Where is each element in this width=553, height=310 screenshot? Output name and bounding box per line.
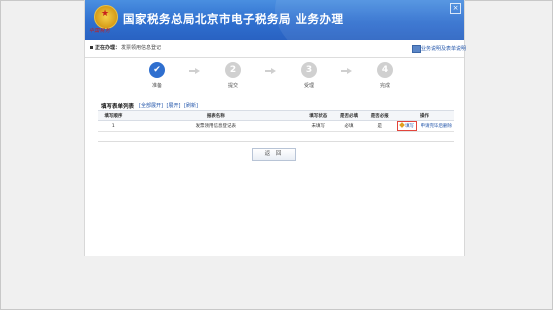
step-submit: 2 提交 <box>213 62 253 89</box>
form-list-actions: [全部展开] [展开] [刷新] <box>139 102 200 109</box>
expand-all-link[interactable]: [全部展开] <box>139 103 163 109</box>
step-complete: 4 完成 <box>365 62 405 89</box>
step-2-circle: 2 <box>225 62 241 78</box>
expand-link[interactable]: [展开] <box>167 103 181 109</box>
refresh-link[interactable]: [刷新] <box>184 103 198 109</box>
fill-button[interactable]: 填写 <box>397 121 418 131</box>
col-status: 填写状态 <box>302 110 334 121</box>
col-required-submit: 是否必报 <box>364 110 396 121</box>
breadcrumb-label: 正在办理： <box>95 45 121 51</box>
col-required-fill: 是否必填 <box>333 110 365 121</box>
emblem-text: 中国税务 <box>89 28 111 34</box>
tax-emblem-icon: ★ <box>94 5 118 29</box>
step-prepare: ✔ 准备 <box>137 62 177 89</box>
col-name: 报表名称 <box>128 110 303 121</box>
breadcrumb-value: 发票领用信息登记 <box>121 45 162 51</box>
bullet-icon <box>90 46 93 49</box>
step-accept: 3 受理 <box>289 62 329 89</box>
help-link[interactable]: 业务说明及表单说明 <box>421 45 466 52</box>
step-1-label: 准备 <box>151 83 162 89</box>
arrow-right-icon <box>265 68 276 74</box>
table-header-row: 填写顺序 报表名称 填写状态 是否必填 是否必报 操作 <box>98 110 454 121</box>
row-status: 未填写 <box>302 120 334 132</box>
form-list-title: 填写表单列表 <box>101 104 135 110</box>
fill-label: 填写 <box>405 124 415 129</box>
step-3-label: 受理 <box>303 83 314 89</box>
divider <box>98 141 454 142</box>
form-table: 填写顺序 报表名称 填写状态 是否必填 是否必报 操作 1 发票领用信息登记表 … <box>98 110 454 132</box>
table-row: 1 发票领用信息登记表 未填写 必填 是 填写 申请完毕后删除 <box>98 120 454 132</box>
back-button[interactable]: 返 回 <box>252 148 296 161</box>
arrow-right-icon <box>189 68 200 74</box>
progress-steps: ✔ 准备 2 提交 3 受理 4 完成 <box>85 62 464 96</box>
close-icon[interactable]: × <box>450 3 461 14</box>
breadcrumb: 正在办理： 发票领用信息登记 业务说明及表单说明 <box>85 41 466 58</box>
arrow-right-icon <box>341 68 352 74</box>
step-2-label: 提交 <box>227 83 238 89</box>
row-seq: 1 <box>98 120 129 132</box>
col-seq: 填写顺序 <box>98 110 129 121</box>
row-actions: 填写 申请完毕后删除 <box>395 120 454 132</box>
delete-link[interactable]: 申请完毕后删除 <box>421 124 453 129</box>
col-actions: 操作 <box>395 110 454 121</box>
step-3-circle: 3 <box>301 62 317 78</box>
main-page: ★ 中国税务 国家税务总局北京市电子税务局 业务办理 × 正在办理： 发票领用信… <box>84 0 466 256</box>
step-4-label: 完成 <box>379 83 390 89</box>
header-banner: ★ 中国税务 国家税务总局北京市电子税务局 业务办理 × <box>85 0 464 40</box>
row-required-submit: 是 <box>364 120 396 132</box>
page-title: 国家税务总局北京市电子税务局 业务办理 <box>123 12 344 26</box>
star-icon: ★ <box>101 9 110 19</box>
row-name: 发票领用信息登记表 <box>128 120 303 132</box>
step-1-circle: ✔ <box>149 62 165 78</box>
row-required-fill: 必填 <box>333 120 365 132</box>
step-4-circle: 4 <box>377 62 393 78</box>
help-doc-icon[interactable] <box>412 45 421 53</box>
